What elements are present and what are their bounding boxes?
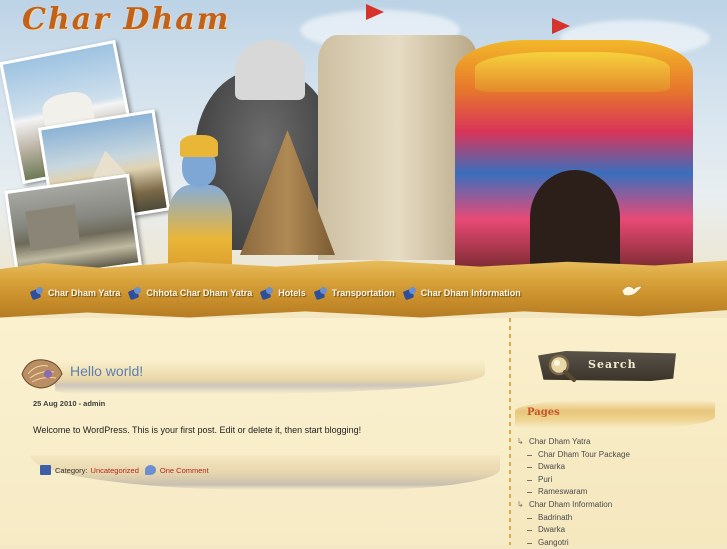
nav-item-label: Transportation: [331, 288, 395, 298]
pen-icon: [128, 286, 142, 300]
category-label: Category:: [55, 465, 88, 475]
post-title[interactable]: Hello world!: [70, 363, 143, 379]
badrinath-gate-image: [530, 170, 620, 265]
nav-item-label: Chhota Char Dham Yatra: [146, 288, 253, 298]
nav-item-label: Char Dham Information: [420, 288, 521, 298]
nav-item-char-dham-yatra[interactable]: Char Dham Yatra: [30, 285, 120, 301]
nav-item-chhota-char-dham-yatra[interactable]: Chhota Char Dham Yatra: [128, 285, 252, 301]
flag-icon: [366, 4, 384, 20]
pages-list: Char Dham Yatra Char Dham Tour Package D…: [517, 436, 630, 549]
page-link-char-dham-information[interactable]: Char Dham Information: [517, 499, 630, 512]
nav-item-char-dham-information[interactable]: Char Dham Information: [403, 285, 521, 301]
comments-link[interactable]: One Comment: [160, 466, 209, 475]
comment-icon: [144, 465, 156, 475]
shell-icon: [21, 359, 63, 389]
nav-item-label: Char Dham Yatra: [48, 288, 121, 298]
magnifier-icon[interactable]: [545, 352, 577, 382]
main-navigation: Char Dham Yatra Chhota Char Dham Yatra H…: [30, 285, 529, 301]
kedarnath-photo: [4, 173, 142, 275]
site-header: Char Dham: [0, 0, 727, 275]
pages-heading: Pages: [527, 407, 560, 418]
deity-image: [150, 135, 250, 275]
category-link[interactable]: Uncategorized: [91, 466, 139, 475]
pen-icon: [30, 286, 44, 300]
rameswaram-temple-image: [318, 35, 478, 260]
flag-icon: [552, 18, 570, 34]
dove-icon: [621, 286, 643, 296]
post-meta: 25 Aug 2010 - admin: [33, 399, 106, 408]
folder-icon: [40, 465, 51, 475]
page-link-char-dham-yatra[interactable]: Char Dham Yatra: [517, 436, 630, 449]
page-link-char-dham-tour-package[interactable]: Char Dham Tour Package: [517, 449, 630, 462]
site-title[interactable]: Char Dham: [22, 2, 230, 37]
search-button-label[interactable]: Search: [588, 358, 637, 371]
page-link-dwarka[interactable]: Dwarka: [517, 461, 630, 474]
post-footer: Category: Uncategorized One Comment: [40, 465, 209, 475]
nav-item-hotels[interactable]: Hotels: [260, 285, 306, 301]
pen-icon: [403, 286, 417, 300]
pen-icon: [314, 286, 328, 300]
page-link-rameswaram[interactable]: Rameswaram: [517, 486, 630, 499]
post-body: Welcome to WordPress. This is your first…: [33, 425, 362, 435]
pen-icon: [260, 286, 274, 300]
nav-item-transportation[interactable]: Transportation: [314, 285, 395, 301]
page-link-dwarka-info[interactable]: Dwarka: [517, 524, 630, 537]
page-link-puri[interactable]: Puri: [517, 474, 630, 487]
badrinath-roof-image: [475, 52, 670, 92]
page-link-badrinath[interactable]: Badrinath: [517, 512, 630, 525]
temple-dome-image: [235, 40, 305, 100]
page-link-gangotri[interactable]: Gangotri: [517, 537, 630, 549]
nav-item-label: Hotels: [278, 288, 306, 298]
